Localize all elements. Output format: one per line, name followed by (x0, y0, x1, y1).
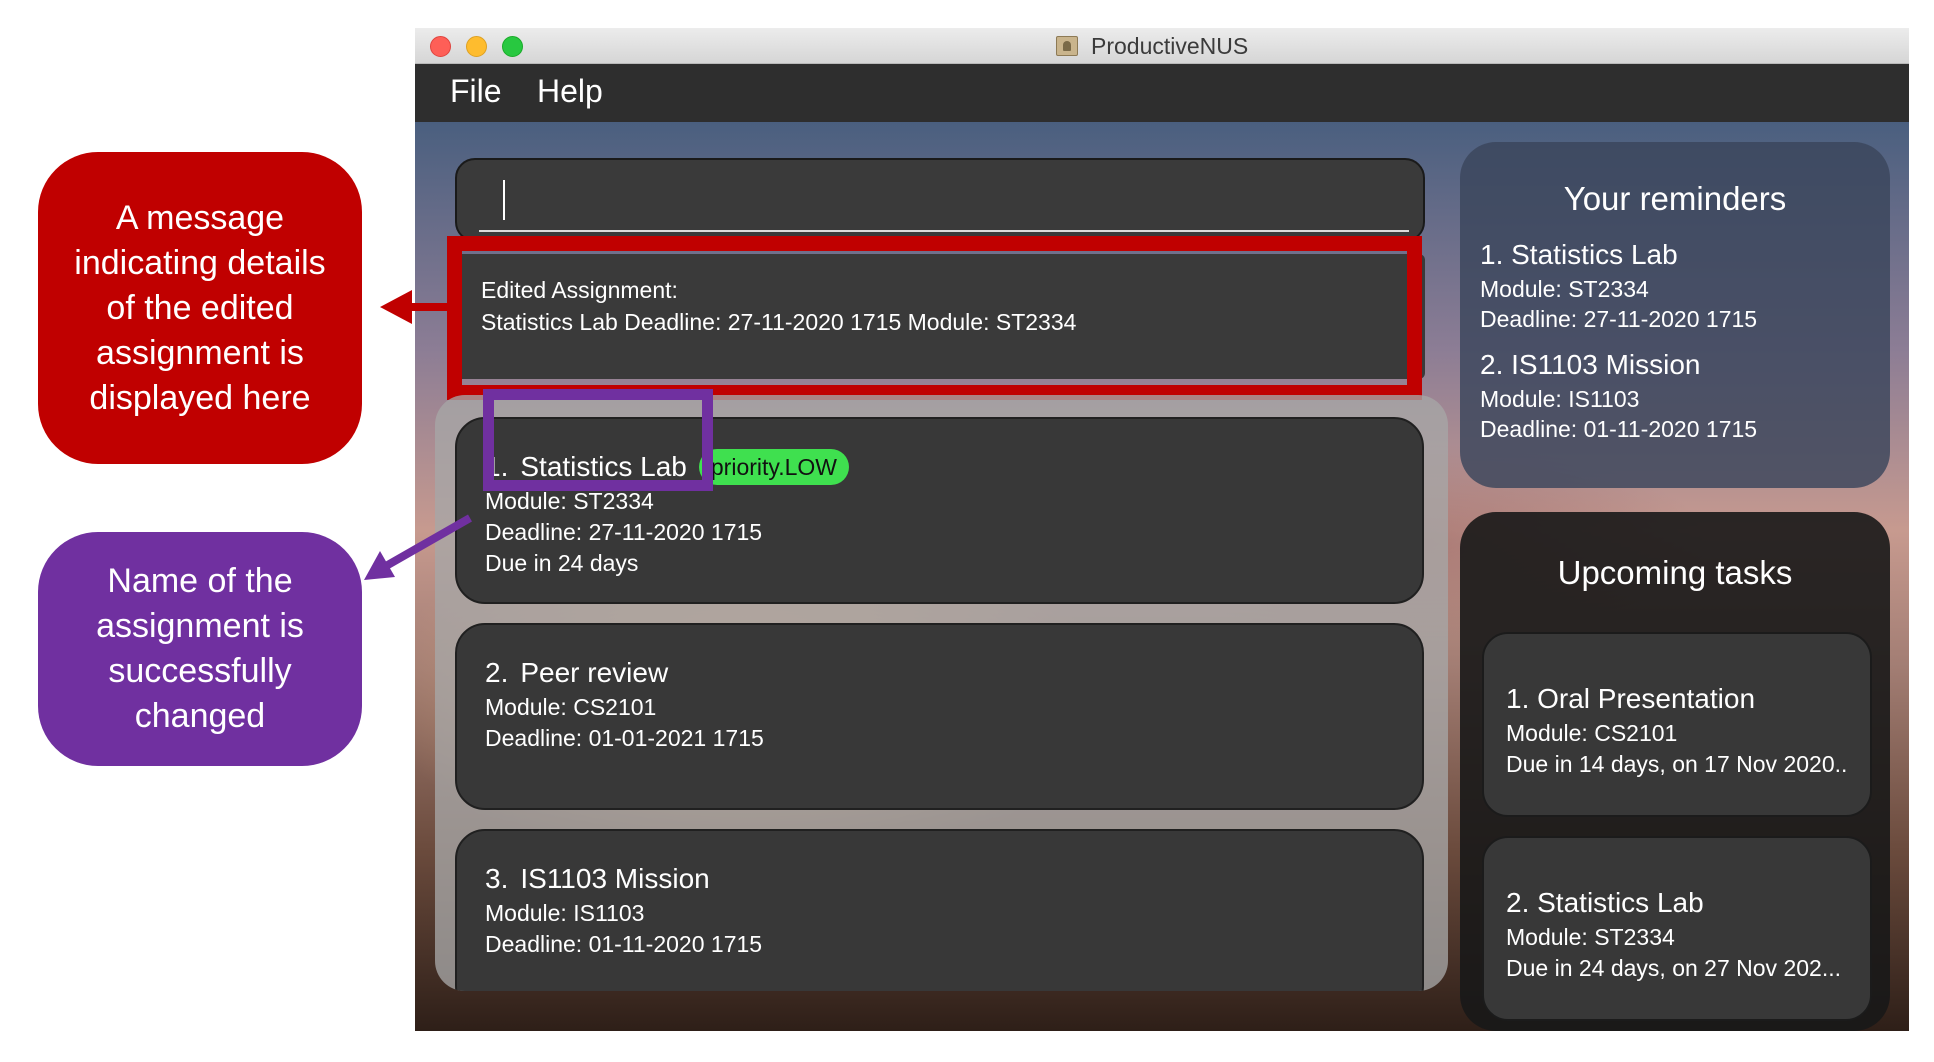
main-content: Edited Assignment: Statistics Lab Deadli… (415, 122, 1909, 1031)
annotation-text-line: indicating details (74, 243, 326, 282)
close-window-button[interactable] (430, 36, 451, 57)
reminder-name: 1. Statistics Lab (1480, 239, 1678, 270)
annotation-text-line: Name of the (107, 562, 293, 600)
upcoming-title: Upcoming tasks (1557, 554, 1793, 591)
upcoming-task-card[interactable]: 2. Statistics Lab Module: ST2334 Due in … (1482, 836, 1872, 1021)
name-highlight-box (483, 389, 713, 491)
reminder-deadline: Deadline: 01-11-2020 1715 (1480, 416, 1758, 442)
reminders-panel[interactable]: Your reminders 1. Statistics Lab Module:… (1460, 142, 1890, 488)
app-icon (1056, 36, 1078, 56)
annotation-text-line: assignment is (96, 607, 304, 645)
menu-bar: File Help (415, 64, 1909, 122)
assignment-deadline: Deadline: 27-11-2020 1715 (485, 519, 763, 545)
upcoming-task-card[interactable]: 1. Oral Presentation Module: CS2101 Due … (1482, 632, 1872, 817)
annotation-edited-message-callout: A message indicating details of the edit… (38, 152, 362, 464)
assignment-deadline: Deadline: 01-01-2021 1715 (485, 725, 764, 751)
upcoming-task-name: 2. Statistics Lab (1506, 887, 1704, 918)
title-bar: ProductiveNUS (415, 28, 1909, 64)
purple-arrow-head (364, 551, 395, 580)
reminders-title: Your reminders (1563, 180, 1787, 217)
assignment-deadline: Deadline: 01-11-2020 1715 (485, 931, 763, 957)
reminder-item: 2. IS1103 Mission Module: IS1103 Deadlin… (1460, 346, 1890, 444)
reminder-deadline: Deadline: 27-11-2020 1715 (1480, 306, 1758, 332)
upcoming-task-module: Module: CS2101 (1506, 720, 1678, 746)
menu-help[interactable]: Help (537, 73, 603, 110)
app-window: ProductiveNUS File Help Edited Assignmen… (415, 28, 1909, 1031)
annotation-text-line: successfully (108, 652, 292, 690)
assignment-module: Module: IS1103 (485, 900, 645, 926)
assignment-card[interactable]: 2. Peer review Module: CS2101 Deadline: … (455, 623, 1424, 810)
assignment-name: IS1103 Mission (520, 863, 710, 894)
minimize-window-button[interactable] (466, 36, 487, 57)
menu-file[interactable]: File (450, 73, 502, 110)
reminder-item: 1. Statistics Lab Module: ST2334 Deadlin… (1460, 236, 1890, 334)
annotation-text-line: of the edited (106, 288, 294, 327)
red-arrow-head (380, 290, 412, 324)
assignment-title: 3. IS1103 Mission (485, 860, 1394, 898)
priority-tag: priority.LOW (698, 449, 849, 485)
upcoming-task-due: Due in 14 days, on 17 Nov 2020... (1506, 751, 1848, 777)
annotation-text-line: displayed here (89, 378, 311, 417)
upcoming-tasks-panel[interactable]: Upcoming tasks 1. Oral Presentation Modu… (1460, 512, 1890, 1031)
assignment-name: Peer review (520, 657, 669, 688)
assignment-title: 2. Peer review (485, 654, 1394, 692)
assignment-module: Module: CS2101 (485, 694, 657, 720)
command-underline (479, 230, 1409, 232)
assignment-index: 3. (485, 863, 509, 894)
reminder-module: Module: IS1103 (1480, 386, 1640, 412)
assignment-index: 2. (485, 657, 509, 688)
annotation-name-changed-callout: Name of the assignment is successfully c… (38, 532, 362, 766)
window-title: ProductiveNUS (1091, 33, 1249, 59)
text-cursor (503, 180, 505, 220)
command-input[interactable] (455, 158, 1425, 242)
upcoming-task-module: Module: ST2334 (1506, 924, 1675, 950)
assignment-due: Due in 24 days (485, 550, 639, 576)
upcoming-task-due: Due in 24 days, on 27 Nov 202... (1506, 955, 1841, 981)
reminder-module: Module: ST2334 (1480, 276, 1649, 302)
assignment-card[interactable]: 3. IS1103 Mission Module: IS1103 Deadlin… (455, 829, 1424, 991)
annotation-text-line: A message (115, 198, 285, 237)
maximize-window-button[interactable] (502, 36, 523, 57)
result-highlight-box (447, 236, 1422, 400)
upcoming-task-name: 1. Oral Presentation (1506, 683, 1756, 714)
reminder-name: 2. IS1103 Mission (1480, 349, 1701, 380)
annotation-text-line: assignment is (96, 333, 304, 372)
annotation-text-line: changed (134, 697, 266, 735)
